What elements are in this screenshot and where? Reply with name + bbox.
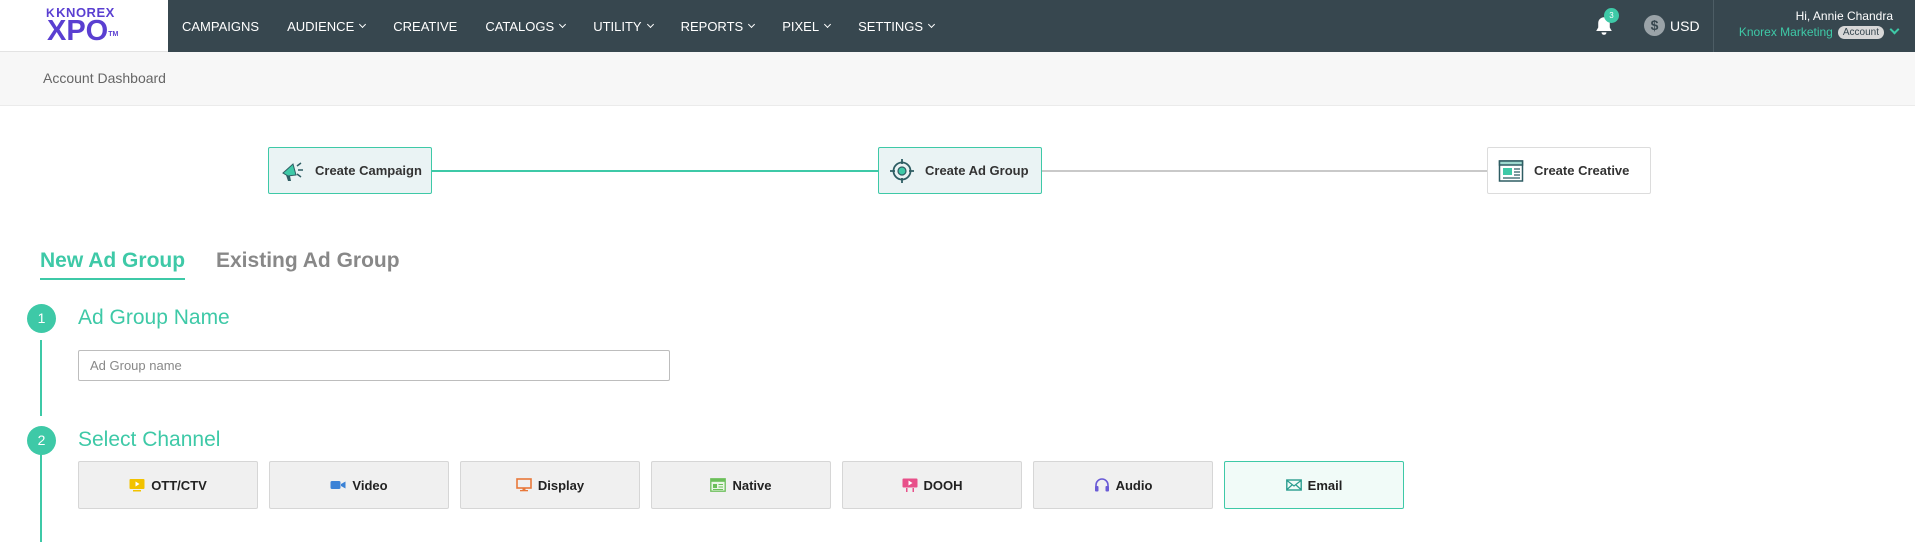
channel-dooh[interactable]: DOOH [842, 461, 1022, 509]
step-label: Create Campaign [315, 163, 422, 178]
step-label: Create Ad Group [925, 163, 1029, 178]
logo-xpo: XPOTM [47, 15, 119, 47]
channel-display[interactable]: Display [460, 461, 640, 509]
breadcrumb-item-account-dashboard[interactable]: Account Dashboard [43, 70, 166, 86]
channel-label: Native [732, 477, 772, 493]
channel-audio[interactable]: Audio [1033, 461, 1213, 509]
channel-email[interactable]: Email [1224, 461, 1404, 509]
channel-native[interactable]: Native [651, 461, 831, 509]
channel-label: Email [1307, 477, 1343, 493]
section-number-2: 2 [27, 426, 56, 455]
tab-new-ad-group[interactable]: New Ad Group [40, 249, 186, 280]
channel-label: DOOH [923, 477, 963, 493]
section-connector [40, 340, 42, 416]
chevron-down-icon [748, 20, 756, 28]
nav-creative[interactable]: CREATIVE [379, 0, 471, 52]
target-icon [889, 158, 915, 184]
nav-campaigns[interactable]: CAMPAIGNS [168, 0, 273, 52]
section-number-1: 1 [27, 304, 56, 333]
logo[interactable]: KKNOREX XPOTM [0, 0, 168, 52]
creative-window-icon [1498, 158, 1524, 184]
dollar-icon: $ [1644, 15, 1665, 36]
nav-audience[interactable]: AUDIENCE [273, 0, 379, 52]
headphones-icon [1094, 478, 1110, 492]
nav-pixel[interactable]: PIXEL [768, 0, 844, 52]
step-create-campaign[interactable]: Create Campaign [268, 147, 432, 194]
monitor-icon [516, 478, 532, 492]
channel-label: OTT/CTV [151, 477, 207, 493]
step-label: Create Creative [1534, 163, 1630, 178]
top-navbar: KKNOREX XPOTM CAMPAIGNS AUDIENCE CREATIV… [0, 0, 1915, 52]
nav-catalogs[interactable]: CATALOGS [471, 0, 579, 52]
megaphone-icon [279, 158, 305, 184]
user-greeting: Hi, Annie Chandra [1795, 9, 1893, 23]
breadcrumb: Account Dashboard [0, 52, 1915, 106]
currency-selector[interactable]: $ USD [1644, 15, 1700, 36]
billboard-icon [902, 478, 918, 492]
channel-label: Video [352, 477, 388, 493]
video-camera-icon [330, 478, 346, 492]
chevron-down-icon [559, 20, 567, 28]
channel-label: Audio [1115, 477, 1153, 493]
envelope-icon [1285, 478, 1302, 492]
chevron-down-icon [1889, 24, 1900, 35]
section-connector [40, 452, 42, 542]
main-nav: CAMPAIGNS AUDIENCE CREATIVE CATALOGS UTI… [168, 0, 948, 52]
chevron-down-icon [359, 20, 367, 28]
step-create-creative[interactable]: Create Creative [1487, 147, 1651, 194]
step-create-ad-group[interactable]: Create Ad Group [878, 147, 1042, 194]
chevron-down-icon [646, 20, 654, 28]
ad-group-name-input[interactable] [78, 350, 670, 381]
chevron-down-icon [824, 20, 832, 28]
account-switcher[interactable]: Knorex Marketing Account [1738, 24, 1900, 39]
channel-list: OTT/CTV Video Display Native DOOH Audio [78, 461, 1415, 509]
channel-label: Display [537, 477, 585, 493]
notification-count-badge: 3 [1604, 8, 1619, 23]
step-connector-done [431, 170, 879, 172]
channel-video[interactable]: Video [269, 461, 449, 509]
tv-icon [129, 478, 145, 492]
account-name: Knorex Marketing [1738, 25, 1833, 39]
nav-reports[interactable]: REPORTS [667, 0, 769, 52]
section-title-select-channel: Select Channel [78, 428, 221, 451]
section-title-ad-group-name: Ad Group Name [78, 306, 230, 329]
nav-utility[interactable]: UTILITY [579, 0, 666, 52]
article-icon [710, 478, 727, 492]
nav-divider [1713, 0, 1714, 52]
currency-code: USD [1670, 17, 1700, 34]
tab-existing-ad-group[interactable]: Existing Ad Group [216, 249, 400, 273]
account-badge: Account [1837, 25, 1884, 39]
channel-ott-ctv[interactable]: OTT/CTV [78, 461, 258, 509]
nav-settings[interactable]: SETTINGS [844, 0, 948, 52]
chevron-down-icon [928, 20, 936, 28]
step-connector-pending [1041, 170, 1488, 172]
